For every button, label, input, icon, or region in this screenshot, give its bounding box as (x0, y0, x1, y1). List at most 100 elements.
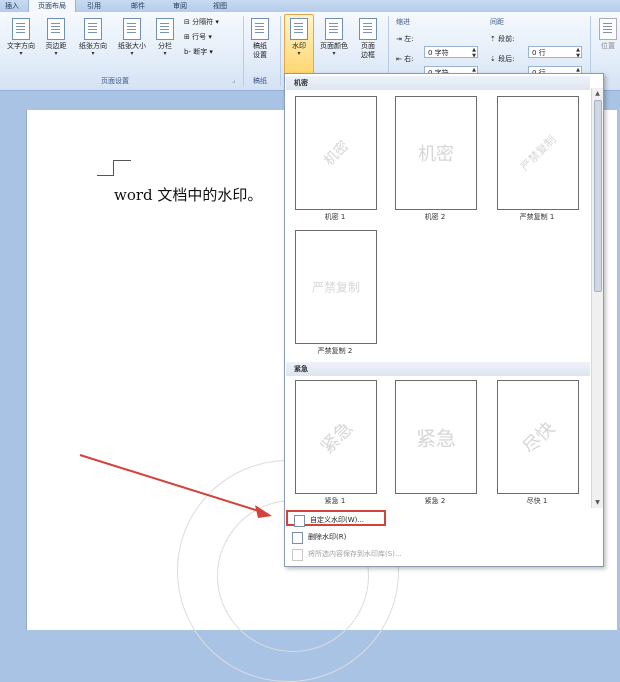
indent-right-icon: ⇤ (396, 55, 402, 63)
draft-paper-label: 稿纸 设置 (253, 42, 267, 59)
line-numbers-label: 行号 (192, 33, 207, 41)
breaks-button[interactable]: ⊟ 分隔符 ▾ (184, 17, 219, 27)
watermark-thumb-urgent-2[interactable]: 紧急 (395, 380, 477, 494)
document-body-text[interactable]: word 文档中的水印。 (114, 184, 262, 205)
position-label: 位置 (601, 42, 615, 50)
gallery-section-header: 紧急 (286, 362, 590, 376)
margins-icon (47, 18, 65, 40)
position-icon (599, 18, 617, 40)
draft-paper-icon (251, 18, 269, 40)
breaks-icon: ⊟ (184, 18, 193, 26)
dropdown-arrow-icon: ▾ (163, 50, 167, 57)
spacing-after-icon: ⇣ (490, 55, 496, 63)
dropdown-arrow-icon: ▾ (91, 50, 95, 57)
watermark-thumb-confidential-2[interactable]: 机密 (395, 96, 477, 210)
indent-left-value: 0 字符 (428, 49, 449, 57)
watermark-preview-text: 严禁复制 (311, 280, 360, 295)
text-direction-icon (12, 18, 30, 40)
spinner-arrows-icon[interactable]: ▲▼ (472, 47, 476, 59)
group-separator (280, 16, 281, 86)
group-separator (243, 16, 244, 86)
crop-mark (113, 160, 114, 176)
watermark-button[interactable]: 水印 ▾ (284, 14, 314, 76)
gallery-section-header: 机密 (286, 76, 590, 90)
watermark-thumb-do-not-copy-2[interactable]: 严禁复制 (295, 230, 377, 344)
crop-mark (113, 160, 131, 161)
scrollbar-thumb[interactable] (594, 100, 602, 292)
remove-watermark-label: 删除水印(R) (308, 533, 347, 541)
custom-watermark-menu-item[interactable]: 自定义水印(W)... (286, 510, 386, 527)
dropdown-arrow-icon: ▾ (332, 50, 336, 57)
watermark-thumb-asap-1[interactable]: 尽快 (497, 380, 579, 494)
line-numbers-icon: ⊞ (184, 33, 193, 41)
watermark-preview-text: 机密 (321, 138, 353, 170)
page-borders-button[interactable]: 页面 边框 (354, 18, 382, 60)
watermark-caption: 尽快 1 (526, 497, 548, 505)
save-watermark-label: 将所选内容保存到水印库(S)... (308, 550, 402, 558)
spacing-before-icon: ⇡ (490, 35, 496, 43)
breaks-label: 分隔符 (192, 18, 214, 26)
spacing-before-label: ⇡ 段前: (490, 35, 515, 43)
watermark-preview-text: 尽快 (518, 417, 560, 459)
spacing-after-label: ⇣ 段后: (490, 55, 515, 63)
dropdown-arrow-icon: ▾ (54, 50, 58, 57)
paper-size-icon (123, 18, 141, 40)
margins-button[interactable]: 页边距 ▾ (40, 18, 72, 57)
spinner-arrows-icon[interactable]: ▲▼ (576, 47, 580, 59)
save-watermark-icon (292, 549, 303, 561)
indent-left-label: ⇥ 左: (396, 35, 414, 43)
ribbon-tab-strip: 插入 页面布局 引用 邮件 审阅 视图 (0, 0, 620, 13)
paper-size-button[interactable]: 纸张大小 ▾ (112, 18, 152, 57)
scroll-down-icon[interactable]: ▼ (593, 498, 602, 507)
hyphenation-label: 断字 (193, 48, 208, 56)
line-numbers-button[interactable]: ⊞ 行号 ▾ (184, 32, 212, 42)
page-color-button[interactable]: 页面颜色 ▾ (316, 18, 352, 57)
watermark-thumb-do-not-copy-1[interactable]: 严禁复制 (497, 96, 579, 210)
watermark-thumb-urgent-1[interactable]: 紧急 (295, 380, 377, 494)
hyphenation-icon: b- (184, 48, 194, 56)
spacing-before-input[interactable]: 0 行 ▲ ▼ (528, 46, 582, 59)
remove-watermark-icon (292, 532, 303, 544)
indent-left-input[interactable]: 0 字符 ▲ ▼ (424, 46, 478, 59)
hyphenation-button[interactable]: b- 断字 ▾ (184, 47, 213, 57)
watermark-caption: 严禁复制 2 (317, 347, 353, 355)
watermark-preview-text: 严禁复制 (518, 133, 559, 174)
custom-watermark-label: 自定义水印(W)... (310, 516, 365, 524)
crop-mark (97, 175, 114, 176)
dropdown-arrow-icon: ▾ (130, 50, 134, 57)
remove-watermark-menu-item[interactable]: 删除水印(R) (286, 529, 600, 545)
page-borders-label: 页面 边框 (361, 42, 375, 59)
watermark-caption: 机密 1 (324, 213, 346, 221)
spacing-group-title: 间距 (490, 18, 504, 26)
page-color-icon (325, 18, 343, 40)
columns-icon (156, 18, 174, 40)
tab-review[interactable]: 审阅 (166, 0, 194, 12)
watermark-preview-text: 紧急 (316, 417, 358, 459)
orientation-button[interactable]: 纸张方向 ▾ (74, 18, 112, 57)
page-setup-group-label: 页面设置 (101, 77, 129, 85)
custom-watermark-icon (294, 515, 305, 527)
watermark-preview-text: 机密 (418, 144, 454, 165)
tab-references[interactable]: 引用 (80, 0, 108, 12)
dropdown-arrow-icon: ▾ (19, 50, 23, 57)
watermark-caption: 严禁复制 1 (519, 213, 555, 221)
columns-button[interactable]: 分栏 ▾ (152, 18, 178, 57)
indent-group-title: 缩进 (396, 18, 410, 26)
position-button[interactable]: 位置 (596, 18, 620, 51)
tab-insert[interactable]: 插入 (0, 0, 24, 12)
page-setup-dialog-launcher-icon[interactable]: ⌟ (232, 77, 235, 84)
indent-left-icon: ⇥ (396, 35, 402, 43)
watermark-thumb-confidential-1[interactable]: 机密 (295, 96, 377, 210)
page-borders-icon (359, 18, 377, 40)
watermark-caption: 紧急 1 (324, 497, 346, 505)
scroll-up-icon[interactable]: ▲ (593, 89, 602, 98)
orientation-icon (84, 18, 102, 40)
draft-group-label: 稿纸 (253, 77, 267, 85)
draft-paper-button[interactable]: 稿纸 设置 (246, 18, 274, 60)
save-to-watermark-gallery-menu-item[interactable]: 将所选内容保存到水印库(S)... (286, 546, 600, 562)
tab-mailings[interactable]: 邮件 (124, 0, 152, 12)
indent-right-label: ⇤ 右: (396, 55, 414, 63)
text-direction-button[interactable]: 文字方向 ▾ (2, 18, 40, 57)
gallery-scrollbar[interactable]: ▲ ▼ (591, 88, 603, 508)
tab-view[interactable]: 视图 (206, 0, 234, 12)
